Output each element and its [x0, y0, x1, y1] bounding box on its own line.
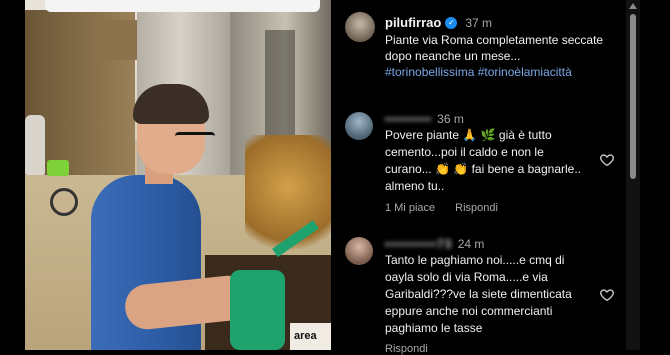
post-time: 37 m	[465, 15, 493, 30]
scrollbar-thumb[interactable]	[630, 14, 636, 179]
comment-actions: 1 Mi piace Rispondi	[385, 202, 498, 214]
comment-text: Povere piante 🙏 🌿 già è tutto cemento...…	[385, 128, 581, 193]
commenter-username[interactable]: •••••••••	[385, 112, 432, 126]
comment-item: ••••••••••73 24 m Tanto le paghiamo noi.…	[345, 237, 615, 355]
photo-watering-can	[230, 270, 285, 350]
author-avatar[interactable]	[345, 12, 375, 42]
post-hashtags[interactable]: #torinobellissima #torinoèlamiacittà	[385, 65, 572, 79]
photo-bike-wheel	[50, 188, 78, 216]
post-video[interactable]: area	[25, 0, 331, 350]
photo-man-glasses	[175, 132, 215, 147]
comment-text: Tanto le paghiamo noi.....e cmq di oayla…	[385, 253, 572, 335]
author-username[interactable]: pilufirrao	[385, 15, 441, 30]
verified-badge-icon: ✓	[445, 16, 458, 29]
comment-actions: Rispondi	[385, 343, 428, 355]
commenter-avatar[interactable]	[345, 237, 373, 265]
left-margin	[0, 0, 25, 350]
photo-area-sign: area	[290, 323, 331, 350]
comment-header: ••••••••••73 24 m	[385, 237, 484, 251]
comment-time: 24 m	[457, 237, 485, 251]
reply-button[interactable]: Rispondi	[385, 343, 428, 355]
author-row: pilufirrao ✓ 37 m	[385, 15, 492, 30]
comments-panel: pilufirrao ✓ 37 m Piante via Roma comple…	[331, 0, 626, 355]
right-margin	[640, 0, 670, 350]
comment-likes[interactable]: 1 Mi piace	[385, 202, 435, 214]
scroll-up-arrow-icon[interactable]	[629, 3, 637, 9]
post-caption: Piante via Roma completamente seccate do…	[385, 33, 604, 63]
comment-item: ••••••••• 36 m Povere piante 🙏 🌿 già è t…	[345, 112, 615, 222]
like-heart-icon[interactable]	[599, 152, 615, 168]
photo-bike-basket	[47, 160, 69, 176]
like-heart-icon[interactable]	[599, 287, 615, 303]
video-top-overlay	[45, 0, 320, 12]
commenter-avatar[interactable]	[345, 112, 373, 140]
comment-header: ••••••••• 36 m	[385, 112, 464, 126]
comments-scrollbar[interactable]	[626, 0, 640, 350]
photo-cyclist	[25, 115, 45, 175]
reply-button[interactable]: Rispondi	[455, 202, 498, 214]
commenter-username[interactable]: ••••••••••73	[385, 237, 452, 251]
comment-time: 36 m	[437, 112, 464, 126]
